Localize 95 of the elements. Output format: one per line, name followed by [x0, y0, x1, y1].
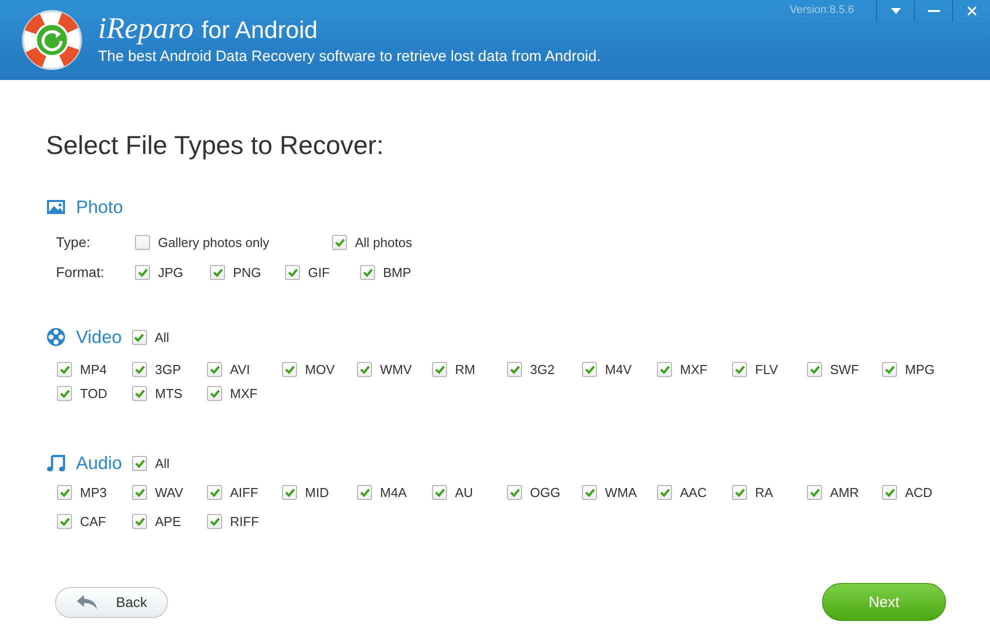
type-label: Type:	[56, 234, 92, 250]
format-label: Format:	[56, 264, 106, 280]
checkbox[interactable]	[207, 514, 222, 529]
option-label: RM	[455, 362, 476, 377]
checkbox[interactable]	[582, 362, 597, 377]
section-title: Photo	[76, 196, 124, 218]
checkbox[interactable]	[807, 362, 822, 377]
checkbox[interactable]	[657, 485, 672, 500]
checkbox[interactable]	[207, 386, 222, 401]
option-label: TOD	[80, 386, 108, 401]
checkbox[interactable]	[432, 485, 447, 500]
music-note-icon	[46, 453, 66, 473]
option-label: OGG	[530, 485, 560, 500]
checkbox[interactable]	[582, 485, 597, 500]
checkbox[interactable]	[432, 362, 447, 377]
option-label: AMR	[830, 485, 859, 500]
brand-suffix: for Android	[202, 16, 318, 44]
option-label: M4A	[380, 485, 407, 500]
option-label: M4V	[605, 362, 632, 377]
checkbox[interactable]	[135, 234, 150, 250]
option-label: SWF	[830, 362, 859, 377]
option-label: FLV	[755, 362, 778, 377]
option-label: RIFF	[230, 514, 259, 529]
option-label: All	[155, 456, 170, 470]
checkbox[interactable]	[207, 485, 222, 500]
option-label: Gallery photos only	[158, 234, 270, 250]
checkbox[interactable]	[657, 362, 672, 377]
lifebuoy-logo-icon	[20, 8, 84, 72]
option-label: CAF	[80, 514, 106, 529]
checkbox[interactable]	[132, 485, 147, 500]
option-label: APE	[155, 514, 182, 529]
checkbox[interactable]	[332, 234, 347, 250]
checkbox[interactable]	[807, 485, 822, 500]
option-label: MXF	[230, 386, 258, 401]
option-label: RA	[755, 485, 774, 500]
checkbox[interactable]	[507, 485, 522, 500]
option-label: MXF	[680, 362, 708, 377]
checkbox[interactable]	[57, 362, 72, 377]
back-button[interactable]: Back	[55, 586, 168, 618]
caret-icon	[890, 8, 900, 14]
option-label: MTS	[155, 386, 182, 401]
option-label: WAV	[155, 485, 184, 500]
option-label: All	[154, 330, 170, 344]
film-reel-icon	[46, 327, 66, 347]
close-icon	[966, 6, 976, 16]
checkbox[interactable]	[210, 264, 225, 280]
checkbox[interactable]	[132, 330, 147, 344]
checkbox[interactable]	[282, 362, 297, 377]
checkbox[interactable]	[132, 362, 147, 377]
checkbox[interactable]	[57, 386, 72, 401]
minimize-icon	[928, 10, 940, 12]
checkbox[interactable]	[732, 362, 747, 377]
checkbox[interactable]	[360, 264, 375, 280]
checkbox[interactable]	[882, 362, 897, 377]
checkbox[interactable]	[285, 264, 300, 280]
checkbox[interactable]	[732, 485, 747, 500]
checkbox[interactable]	[57, 514, 72, 529]
option-label: BMP	[383, 264, 412, 280]
tagline: The best Android Data Recovery software to retrieve lost data from Android.	[98, 48, 601, 64]
option-label: AIFF	[230, 485, 258, 500]
section-title: Video	[76, 326, 122, 348]
option-label: WMV	[380, 362, 412, 377]
option-label: MID	[305, 485, 329, 500]
option-label: WMA	[605, 485, 637, 500]
option-label: All photos	[355, 234, 412, 250]
option-label: JPG	[158, 264, 184, 280]
page-title: Select File Types to Recover:	[46, 130, 385, 161]
option-label: MPG	[905, 362, 935, 377]
version-label: Version:8.5.6	[790, 4, 854, 16]
option-label: MOV	[305, 362, 335, 377]
option-label: MP3	[80, 485, 107, 500]
option-label: 3G2	[530, 362, 555, 377]
option-label: AU	[455, 485, 474, 500]
option-label: PNG	[233, 264, 262, 280]
checkbox[interactable]	[357, 485, 372, 500]
option-label: MP4	[80, 362, 107, 377]
checkbox[interactable]	[357, 362, 372, 377]
checkbox[interactable]	[882, 485, 897, 500]
checkbox[interactable]	[57, 485, 72, 500]
option-label: ACD	[905, 485, 932, 500]
image-icon	[46, 197, 66, 217]
checkbox[interactable]	[207, 362, 222, 377]
checkbox[interactable]	[507, 362, 522, 377]
section-title: Audio	[76, 452, 122, 474]
checkbox[interactable]	[282, 485, 297, 500]
option-label: AAC	[680, 485, 707, 500]
option-label: GIF	[308, 264, 330, 280]
checkbox[interactable]	[132, 456, 148, 470]
checkbox[interactable]	[132, 386, 147, 401]
option-label: 3GP	[155, 362, 182, 377]
checkbox[interactable]	[132, 514, 147, 529]
back-arrow-icon	[76, 594, 98, 610]
brand-name: iReparo	[98, 12, 194, 46]
checkbox[interactable]	[135, 264, 150, 280]
option-label: AVI	[230, 362, 250, 377]
